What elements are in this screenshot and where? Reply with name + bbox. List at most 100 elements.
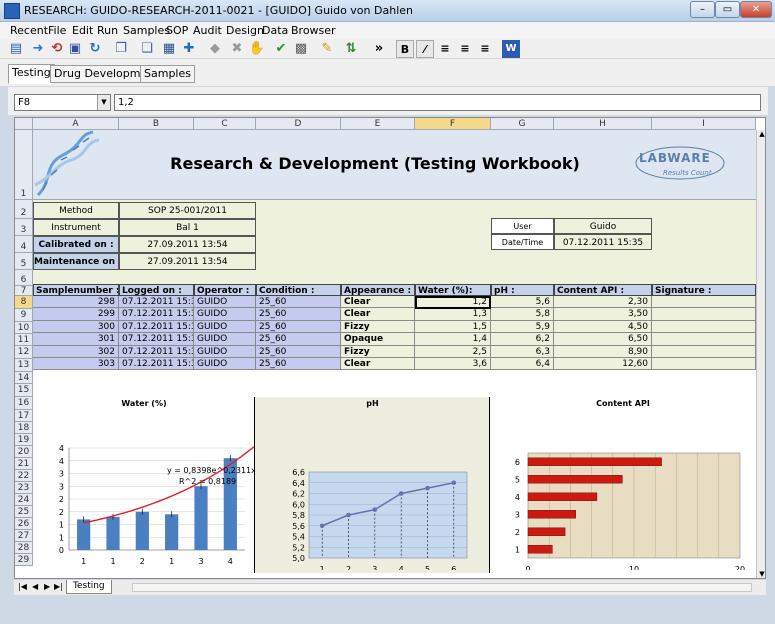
first-sheet-icon[interactable]: |◀ (18, 582, 27, 591)
table-cell[interactable]: 6,4 (491, 358, 554, 371)
column-header-g[interactable]: G (491, 118, 554, 130)
table-cell[interactable]: 303 (33, 358, 119, 371)
sheet-tab-testing[interactable]: Testing (66, 580, 112, 594)
table-cell[interactable] (652, 358, 756, 371)
row-header[interactable]: 15 (15, 384, 33, 397)
row-header[interactable]: 28 (15, 542, 33, 554)
row-header[interactable]: 22 (15, 470, 33, 482)
table-cell[interactable]: GUIDO (194, 308, 256, 321)
row-header[interactable]: 17 (15, 410, 33, 422)
column-header-h[interactable]: H (554, 118, 652, 130)
table-cell[interactable]: 300 (33, 320, 119, 334)
table-cell[interactable]: 07.12.2011 15:35 (119, 333, 194, 346)
vertical-scrollbar[interactable]: ▲ ▼ (756, 130, 765, 578)
row-header[interactable]: 14 (15, 372, 33, 384)
forward-icon[interactable]: » (370, 40, 388, 58)
table-cell[interactable]: GUIDO (194, 358, 256, 371)
menu-data[interactable]: Data (262, 24, 288, 37)
row-header[interactable]: 13 (15, 359, 33, 372)
row-header[interactable]: 7 (15, 286, 33, 296)
table-cell[interactable]: 25_60 (256, 345, 341, 358)
table-cell[interactable]: 299 (33, 308, 119, 321)
disk-icon[interactable]: ▣ (66, 40, 84, 58)
table-cell[interactable]: 2,30 (554, 296, 652, 309)
row-header[interactable]: 6 (15, 270, 33, 286)
cell-reference-box[interactable]: F8 ▼ (14, 94, 111, 111)
table-cell[interactable]: 301 (33, 333, 119, 346)
align-center-icon[interactable]: ≡ (456, 40, 474, 58)
formula-input[interactable]: 1,2 (114, 94, 761, 111)
table-cell[interactable]: 25_60 (256, 358, 341, 371)
table-cell[interactable]: 12,60 (554, 358, 652, 371)
close-button[interactable]: ✕ (740, 1, 772, 18)
scroll-up-icon[interactable]: ▲ (758, 130, 765, 140)
refresh-icon[interactable]: ⟲ (48, 40, 66, 58)
column-header-b[interactable]: B (119, 118, 194, 130)
next-sheet-icon[interactable]: ▶ (44, 582, 50, 591)
table-cell[interactable] (652, 308, 756, 321)
row-header[interactable]: 25 (15, 506, 33, 518)
table-cell[interactable]: GUIDO (194, 333, 256, 346)
menu-browser[interactable]: Browser (291, 24, 336, 37)
save-icon[interactable]: ▤ (7, 40, 25, 58)
row-header[interactable]: 16 (15, 397, 33, 410)
menu-run[interactable]: Run (97, 24, 118, 37)
corner-cell[interactable] (15, 118, 33, 130)
calibrated-value[interactable]: 27.09.2011 13:54 (119, 236, 256, 253)
table-cell[interactable]: Opaque (341, 333, 415, 346)
table-cell[interactable]: 07.12.2011 15:35 (119, 358, 194, 371)
maintenance-value[interactable]: 27.09.2011 13:54 (119, 253, 256, 270)
note-icon[interactable]: ✎ (318, 40, 336, 58)
row-header[interactable]: 3 (15, 219, 33, 236)
table-cell[interactable]: 4,50 (554, 320, 652, 334)
prev-sheet-icon[interactable]: ◀ (32, 582, 38, 591)
table-cell[interactable]: GUIDO (194, 320, 256, 334)
menu-audit[interactable]: Audit (193, 24, 222, 37)
word-icon[interactable]: W (502, 40, 520, 58)
table-cell[interactable] (652, 320, 756, 334)
menu-design[interactable]: Design (226, 24, 264, 37)
table-cell[interactable]: Clear (341, 308, 415, 321)
row-header[interactable]: 1 (15, 130, 33, 200)
menu-edit[interactable]: Edit (72, 24, 93, 37)
column-header-i[interactable]: I (652, 118, 756, 130)
row-header[interactable]: 10 (15, 322, 33, 334)
table-cell[interactable]: Fizzy (341, 345, 415, 358)
bold-icon[interactable]: B (396, 40, 414, 58)
row-header[interactable]: 2 (15, 200, 33, 219)
row-header[interactable]: 23 (15, 482, 33, 494)
table-cell[interactable]: GUIDO (194, 345, 256, 358)
paste-icon[interactable]: ❏ (138, 40, 156, 58)
column-header-a[interactable]: A (33, 118, 119, 130)
row-header[interactable]: 21 (15, 458, 33, 470)
row-header[interactable]: 12 (15, 346, 33, 359)
table-cell[interactable]: 6,3 (491, 345, 554, 358)
table-cell[interactable]: 25_60 (256, 333, 341, 346)
glove-icon[interactable]: ✋ (248, 40, 266, 58)
table-cell[interactable]: 1,4 (415, 333, 491, 346)
tab-samples[interactable]: Samples (140, 65, 195, 83)
align-right-icon[interactable]: ≡ (476, 40, 494, 58)
method-value[interactable]: SOP 25-001/2011 (119, 202, 256, 219)
table-cell[interactable]: 302 (33, 345, 119, 358)
table-cell[interactable]: 1,3 (415, 308, 491, 321)
column-header-c[interactable]: C (194, 118, 256, 130)
table-cell[interactable]: 07.12.2011 15:35 (119, 308, 194, 321)
scroll-down-icon[interactable]: ▼ (758, 570, 765, 578)
maximize-button[interactable]: ▭ (715, 1, 740, 18)
table-cell[interactable]: 6,50 (554, 333, 652, 346)
row-header[interactable]: 20 (15, 446, 33, 458)
column-header-d[interactable]: D (256, 118, 341, 130)
italic-icon[interactable]: ⁄ (416, 40, 434, 58)
table-cell[interactable]: 25_60 (256, 308, 341, 321)
table-cell[interactable]: 07.12.2011 15:35 (119, 320, 194, 334)
menu-recent[interactable]: Recent (10, 24, 48, 37)
row-header[interactable]: 11 (15, 334, 33, 346)
row-header[interactable]: 9 (15, 309, 33, 322)
add-icon[interactable]: ✚ (180, 40, 198, 58)
row-header[interactable]: 4 (15, 236, 33, 253)
table-cell[interactable]: 1,2 (415, 296, 491, 309)
column-header-e[interactable]: E (341, 118, 415, 130)
table-cell[interactable]: 298 (33, 296, 119, 309)
instrument-value[interactable]: Bal 1 (119, 219, 256, 236)
